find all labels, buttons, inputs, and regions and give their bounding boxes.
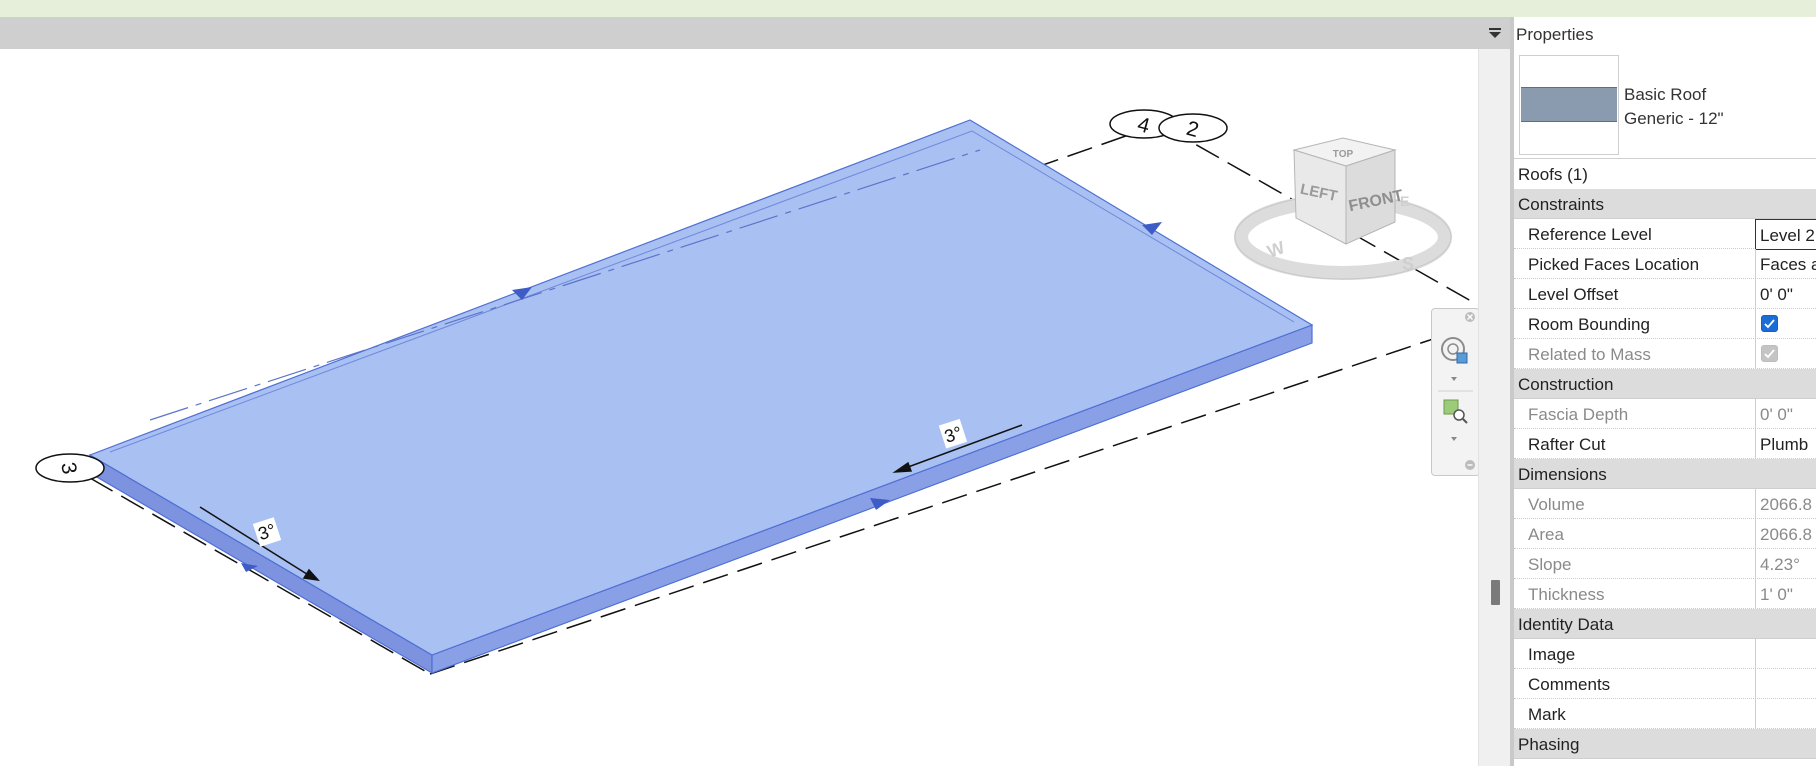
type-family: Basic Roof: [1624, 85, 1707, 104]
panel-title: Properties: [1516, 25, 1594, 44]
type-preview-image[interactable]: [1519, 55, 1619, 155]
group-dimensions[interactable]: Dimensions: [1514, 459, 1816, 489]
reference-level-field[interactable]: Level 2: [1755, 219, 1816, 250]
viewcube[interactable]: W S E TOP LEFT FRONT: [1234, 137, 1452, 280]
chevron-down-icon[interactable]: [1451, 437, 1457, 441]
comments-value[interactable]: [1755, 669, 1816, 698]
model-canvas[interactable]: 3° 3° 4 2 3 W S E TOP LEFT FRONT: [0, 49, 1478, 766]
grid-bubble-3[interactable]: 3: [35, 453, 105, 483]
chevron-down-icon[interactable]: [1451, 377, 1457, 381]
slope-value: 4.23°: [1755, 549, 1816, 578]
picked-faces-location-value[interactable]: Faces a: [1755, 249, 1816, 278]
3d-viewport[interactable]: 3° 3° 4 2 3 W S E TOP LEFT FRONT: [0, 49, 1478, 766]
options-icon[interactable]: [1465, 460, 1475, 470]
prop-image[interactable]: Image: [1514, 639, 1816, 669]
type-name: Generic - 12": [1624, 109, 1724, 128]
fascia-depth-value: 0' 0": [1755, 399, 1816, 428]
view-menu-icon[interactable]: [1488, 26, 1502, 40]
volume-value: 2066.8: [1755, 489, 1816, 518]
selection-filter[interactable]: Roofs (1): [1514, 158, 1816, 190]
checkmark-icon: [1764, 349, 1775, 359]
prop-level-offset[interactable]: Level Offset 0' 0": [1514, 279, 1816, 309]
mark-value[interactable]: [1755, 699, 1816, 728]
roof-element[interactable]: [88, 119, 1314, 675]
prop-picked-faces-location[interactable]: Picked Faces Location Faces a: [1514, 249, 1816, 279]
prop-area: Area 2066.8: [1514, 519, 1816, 549]
compass-s: S: [1402, 254, 1414, 274]
properties-panel: Properties Basic Roof Generic - 12" Roof…: [1514, 17, 1816, 766]
viewport-scrollbar[interactable]: [1478, 49, 1511, 766]
group-phasing[interactable]: Phasing: [1514, 729, 1816, 759]
group-identity-data[interactable]: Identity Data: [1514, 609, 1816, 639]
svg-text:TOP: TOP: [1333, 149, 1354, 160]
level-offset-value[interactable]: 0' 0": [1755, 279, 1816, 308]
prop-thickness: Thickness 1' 0": [1514, 579, 1816, 609]
property-grid: Constraints Reference Level Level 2 Pick…: [1514, 189, 1816, 759]
checkmark-icon: [1764, 319, 1775, 329]
image-value[interactable]: [1755, 639, 1816, 668]
zoom-region-icon[interactable]: [1443, 399, 1468, 424]
selection-label: Roofs (1): [1518, 165, 1588, 184]
group-construction[interactable]: Construction: [1514, 369, 1816, 399]
prop-fascia-depth: Fascia Depth 0' 0": [1514, 399, 1816, 429]
steering-wheel-icon[interactable]: [1441, 337, 1468, 364]
area-value: 2066.8: [1755, 519, 1816, 548]
prop-comments[interactable]: Comments: [1514, 669, 1816, 699]
prop-room-bounding[interactable]: Room Bounding: [1514, 309, 1816, 339]
scrollbar-thumb[interactable]: [1491, 580, 1500, 605]
view-header-bar: [0, 17, 1510, 49]
title-strip: [0, 0, 1816, 17]
thickness-value: 1' 0": [1755, 579, 1816, 608]
group-constraints[interactable]: Constraints: [1514, 189, 1816, 219]
prop-mark[interactable]: Mark: [1514, 699, 1816, 729]
prop-reference-level[interactable]: Reference Level Level 2: [1514, 219, 1816, 250]
prop-related-to-mass: Related to Mass: [1514, 339, 1816, 369]
related-to-mass-checkbox: [1761, 345, 1778, 362]
navigation-bar: [1431, 308, 1478, 476]
close-icon[interactable]: [1465, 312, 1475, 322]
room-bounding-checkbox[interactable]: [1761, 315, 1778, 332]
prop-rafter-cut[interactable]: Rafter Cut Plumb: [1514, 429, 1816, 459]
prop-slope: Slope 4.23°: [1514, 549, 1816, 579]
type-selector[interactable]: Basic Roof Generic - 12": [1624, 83, 1724, 131]
grid-bubble-2[interactable]: 2: [1158, 113, 1228, 143]
rafter-cut-value[interactable]: Plumb: [1755, 429, 1816, 458]
prop-volume: Volume 2066.8: [1514, 489, 1816, 519]
